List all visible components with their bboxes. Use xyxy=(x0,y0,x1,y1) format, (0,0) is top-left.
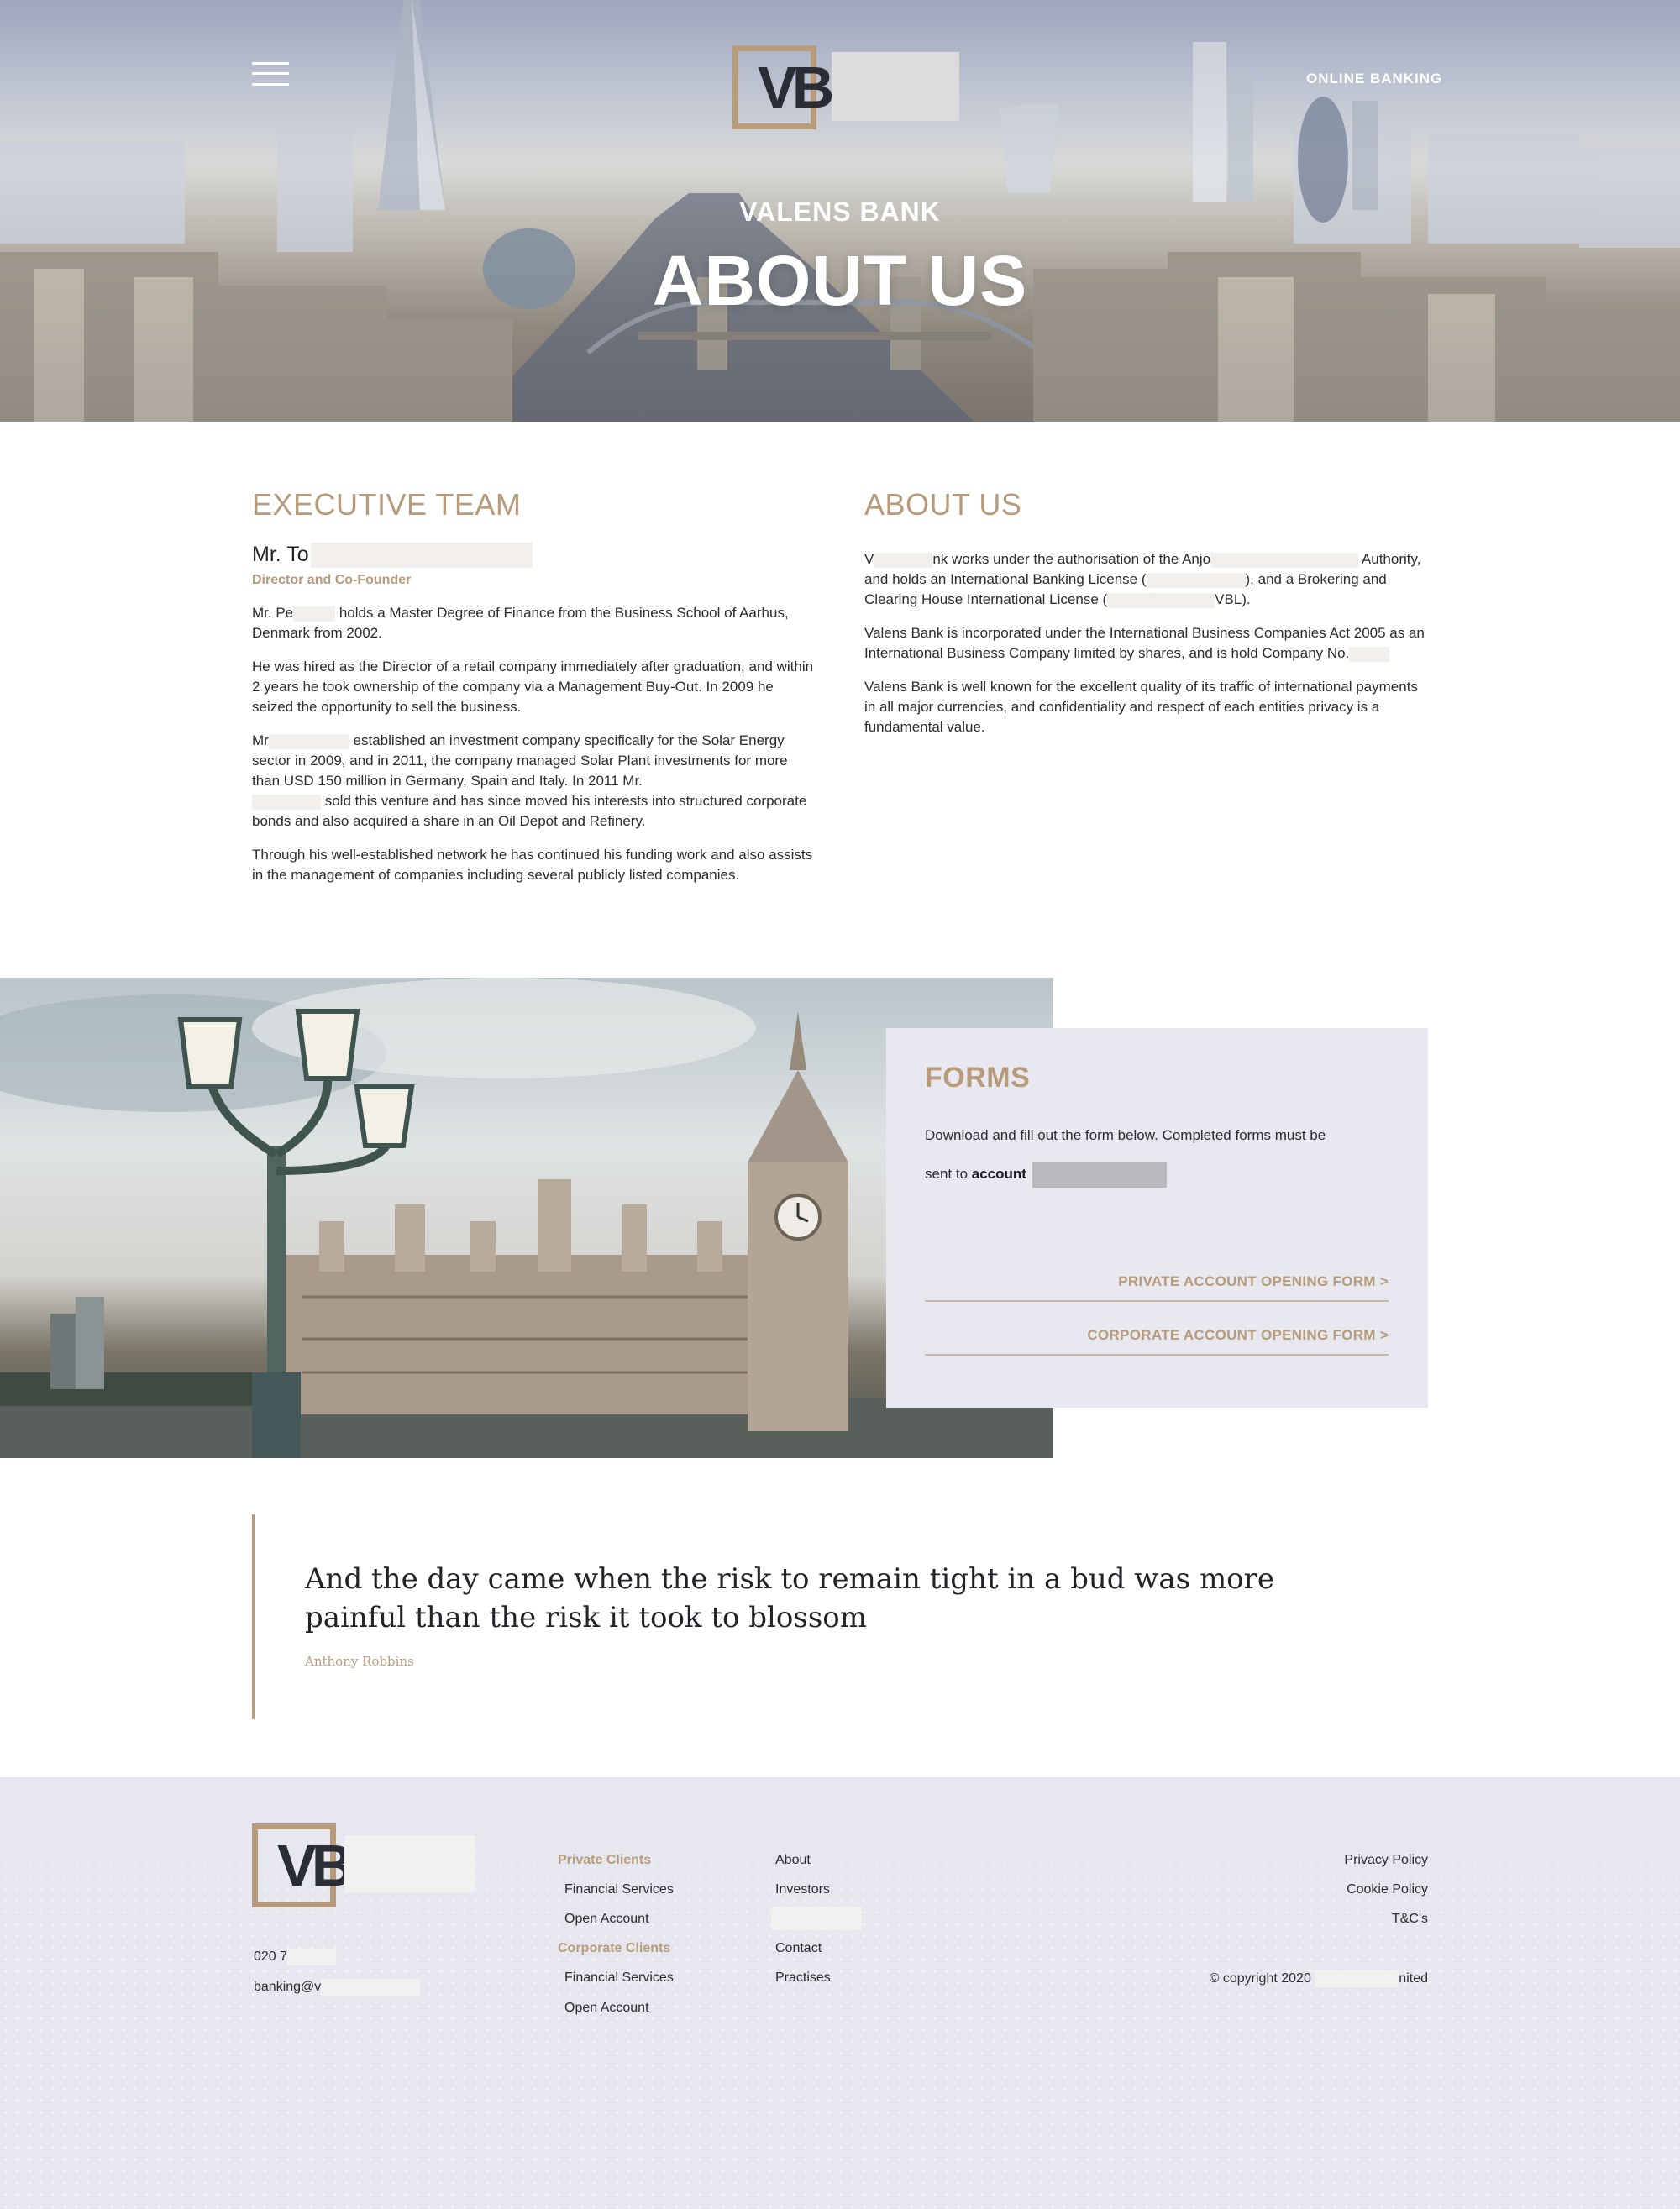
logo-monogram: VB xyxy=(758,55,834,120)
redacted-block xyxy=(1315,1970,1399,1987)
redacted-block xyxy=(1146,572,1246,588)
about-paragraph-3: Valens Bank is well known for the excell… xyxy=(864,679,1418,735)
redacted-block xyxy=(252,794,321,810)
footer-tc-link[interactable]: T&C's xyxy=(1392,1912,1428,1927)
footer-private-clients-heading[interactable]: Private Clients xyxy=(558,1853,651,1868)
about-p1-e: VBL). xyxy=(1215,591,1251,607)
redacted-block xyxy=(287,1949,337,1965)
redacted-block xyxy=(310,543,533,569)
redacted-block xyxy=(771,1907,862,1930)
redacted-block xyxy=(268,733,349,749)
footer-cookie-policy-link[interactable]: Cookie Policy xyxy=(1347,1882,1428,1897)
footer-phone[interactable]: 020 7 xyxy=(254,1949,337,1965)
executive-team-title: EXECUTIVE TEAM xyxy=(252,487,522,522)
executive-role: Director and Co-Founder xyxy=(252,573,412,587)
footer: VB 020 7 banking@v Private Clients Finan… xyxy=(0,1777,1680,2209)
redacted-block xyxy=(1107,592,1215,608)
logo-name-redacted xyxy=(832,52,959,121)
redacted-block xyxy=(293,606,336,622)
redacted-block xyxy=(1210,552,1359,568)
hero-banner: VB ONLINE BANKING VALENS BANK ABOUT US xyxy=(0,0,1680,422)
forms-sent-label: sent to xyxy=(925,1166,972,1182)
about-us-title: ABOUT US xyxy=(864,487,1022,522)
forms-description: Download and fill out the form below. Co… xyxy=(925,1127,1326,1143)
exec-p3-c: sold this venture and has since moved hi… xyxy=(252,793,807,829)
copyright-prefix: © copyright 2020 xyxy=(1209,1971,1311,1986)
footer-corporate-clients-heading[interactable]: Corporate Clients xyxy=(558,1941,670,1956)
executive-paragraph-3: Mr established an investment company spe… xyxy=(252,731,816,832)
hamburger-menu-icon[interactable] xyxy=(252,60,289,87)
quote-text: And the day came when the risk to remain… xyxy=(305,1562,1275,1634)
about-p1-b: nk works under the authorisation of the … xyxy=(932,551,1211,567)
forms-email-prefix[interactable]: account xyxy=(972,1166,1026,1182)
footer-corporate-financial-services[interactable]: Financial Services xyxy=(564,1970,674,1986)
footer-email-prefix: banking@v xyxy=(254,1980,322,1995)
executive-name-text: Mr. To xyxy=(252,543,309,566)
online-banking-link[interactable]: ONLINE BANKING xyxy=(1306,71,1442,87)
executive-paragraph-1: Mr. Pe holds a Master Degree of Finance … xyxy=(252,603,816,643)
redacted-email xyxy=(1032,1162,1167,1188)
footer-logo-monogram: VB xyxy=(277,1833,354,1898)
exec-p3-a: Mr xyxy=(252,732,269,748)
executive-paragraph-4: Through his well-established network he … xyxy=(252,847,813,883)
about-p1-a: V xyxy=(864,551,874,567)
footer-investors-link[interactable]: Investors xyxy=(775,1882,830,1897)
footer-contact-link[interactable]: Contact xyxy=(775,1941,822,1956)
executive-name: Mr. To xyxy=(252,543,816,569)
footer-copyright: © copyright 2020 nited xyxy=(1210,1970,1428,1987)
footer-private-financial-services[interactable]: Financial Services xyxy=(564,1882,674,1897)
redacted-block xyxy=(874,552,933,568)
forms-sent-to: sent to account xyxy=(925,1166,1026,1183)
footer-logo[interactable]: VB xyxy=(252,1823,475,1907)
footer-phone-prefix: 020 7 xyxy=(254,1949,288,1965)
forms-card: FORMS Download and fill out the form bel… xyxy=(886,1028,1428,1408)
redacted-block xyxy=(1349,646,1390,662)
exec-p1-a: Mr. Pe xyxy=(252,605,294,621)
about-paragraph-1: Vnk works under the authorisation of the… xyxy=(864,549,1429,610)
private-account-form-link[interactable]: PRIVATE ACCOUNT OPENING FORM > xyxy=(925,1273,1389,1302)
quote-author: Anthony Robbins xyxy=(305,1654,414,1669)
redacted-block xyxy=(321,1979,421,1996)
about-p2-a: Valens Bank is incorporated under the In… xyxy=(864,625,1425,661)
footer-email[interactable]: banking@v xyxy=(254,1979,421,1996)
executive-paragraph-2: He was hired as the Director of a retail… xyxy=(252,659,814,715)
footer-private-open-account[interactable]: Open Account xyxy=(564,1912,649,1927)
footer-privacy-policy-link[interactable]: Privacy Policy xyxy=(1344,1853,1428,1868)
executive-team-section: EXECUTIVE TEAM Mr. To Director and Co-Fo… xyxy=(252,487,816,899)
about-us-section: ABOUT US Vnk works under the authorisati… xyxy=(864,487,1429,751)
bank-logo[interactable]: VB xyxy=(732,45,959,129)
hero-title: ABOUT US xyxy=(652,241,1028,320)
corporate-account-form-link[interactable]: CORPORATE ACCOUNT OPENING FORM > xyxy=(925,1327,1389,1356)
copyright-suffix: nited xyxy=(1399,1971,1428,1986)
footer-about-link[interactable]: About xyxy=(775,1853,811,1868)
hero-subtitle: VALENS BANK xyxy=(739,197,941,227)
footer-corporate-open-account[interactable]: Open Account xyxy=(564,2001,649,2016)
footer-practises-link[interactable]: Practises xyxy=(775,1970,831,1986)
footer-logo-name-redacted xyxy=(344,1835,475,1892)
quote-block: And the day came when the risk to remain… xyxy=(252,1514,1428,1719)
about-paragraph-2: Valens Bank is incorporated under the In… xyxy=(864,623,1429,664)
forms-title: FORMS xyxy=(925,1062,1031,1094)
